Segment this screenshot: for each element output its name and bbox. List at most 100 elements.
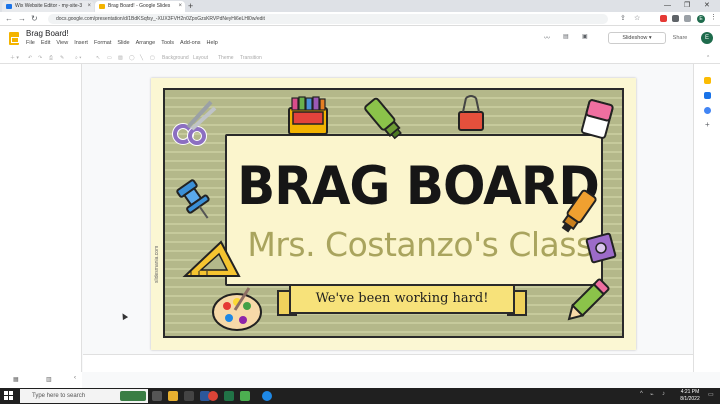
url-field[interactable]: docs.google.com/presentation/d/1BdKSqfsy…	[48, 14, 608, 24]
comment-add-icon[interactable]: ▢	[150, 52, 155, 64]
textbox-icon[interactable]: ▭	[107, 52, 112, 64]
network-icon[interactable]: ⌁	[650, 391, 654, 398]
collapse-toolbar-icon[interactable]: ⌃	[706, 52, 710, 64]
google-slides-logo-icon[interactable]	[9, 32, 19, 45]
excel-app-icon[interactable]	[224, 391, 234, 401]
clock-time: 4:21 PM	[680, 389, 700, 395]
collapse-panel-icon[interactable]: ‹	[74, 375, 76, 381]
weather-widget-icon[interactable]	[120, 391, 146, 401]
tab-wix-editor[interactable]: Wix Website Editor - my-site-3 ×	[2, 1, 94, 12]
new-slide-icon[interactable]: ＋ ▾	[10, 52, 19, 64]
slide-filmstrip[interactable]	[0, 64, 82, 372]
shape-icon[interactable]: ◯	[129, 52, 135, 64]
keep-icon[interactable]	[704, 77, 711, 84]
menu-bar: File Edit View Insert Format Slide Arrange Tool…	[26, 40, 224, 46]
close-window-icon[interactable]: ✕	[704, 0, 710, 12]
grid-view-icon[interactable]: ▦	[13, 376, 19, 383]
extension-puzzle-icon[interactable]	[672, 15, 679, 22]
menu-format[interactable]: Format	[94, 40, 111, 46]
toolbar-layout[interactable]: Layout	[193, 52, 208, 64]
tray-arrow-icon[interactable]: ^	[640, 391, 643, 397]
extension-icon[interactable]	[660, 15, 667, 22]
slide-canvas[interactable]: BRAG BOARD Mrs. Costanzo's Class We've b…	[151, 78, 636, 350]
redo-icon[interactable]: ↷	[38, 52, 42, 64]
pencil-sharpener-icon	[585, 232, 617, 264]
menu-help[interactable]: Help	[207, 40, 218, 46]
menu-add-ons[interactable]: Add-ons	[180, 40, 201, 46]
menu-view[interactable]: View	[56, 40, 68, 46]
paint-format-icon[interactable]: ✎	[60, 52, 64, 64]
chrome-menu-icon[interactable]: ⋮	[710, 13, 717, 21]
select-cursor-icon[interactable]: ↖	[96, 52, 100, 64]
watermark-text: slidesmania.com	[154, 245, 160, 283]
binder-clip-icon	[458, 95, 484, 131]
comment-icon[interactable]: ▤	[563, 33, 569, 40]
slides-favicon-icon	[99, 4, 105, 9]
slide-subtitle[interactable]: Mrs. Costanzo's Class	[229, 226, 611, 264]
zoom-icon[interactable]: ⌕ ▾	[75, 52, 81, 64]
forward-icon[interactable]: →	[18, 12, 26, 26]
undo-icon[interactable]: ↶	[28, 52, 32, 64]
menu-insert[interactable]: Insert	[74, 40, 88, 46]
store-app-icon[interactable]	[240, 391, 250, 401]
taskbar-search-placeholder: Type here to search	[32, 393, 86, 399]
meet-camera-icon[interactable]: ▣	[582, 33, 588, 40]
minimize-icon[interactable]: —	[664, 0, 671, 12]
menu-edit[interactable]: Edit	[41, 40, 50, 46]
ruler-triangle-icon	[182, 240, 241, 277]
close-tab-icon[interactable]: ×	[87, 1, 91, 12]
reading-list-icon[interactable]	[684, 15, 691, 22]
file-explorer-icon[interactable]	[168, 391, 178, 401]
calendar-icon[interactable]	[704, 107, 711, 114]
push-pin-icon	[176, 179, 210, 219]
chrome-profile-avatar[interactable]: E	[697, 15, 705, 23]
tasks-icon[interactable]	[704, 92, 711, 99]
menu-file[interactable]: File	[26, 40, 35, 46]
account-avatar[interactable]: E	[701, 32, 713, 44]
close-tab-icon[interactable]: ×	[178, 1, 182, 12]
menu-slide[interactable]: Slide	[117, 40, 129, 46]
back-icon[interactable]: ←	[5, 12, 13, 26]
add-ons-plus-icon[interactable]: +	[705, 120, 710, 129]
toolbar-theme[interactable]: Theme	[218, 52, 234, 64]
eraser-icon	[580, 99, 614, 139]
document-title[interactable]: Brag Board!	[26, 29, 69, 38]
image-icon[interactable]: ▨	[118, 52, 123, 64]
speaker-notes[interactable]	[83, 354, 693, 372]
tab-google-slides[interactable]: Brag Board! - Google Slides ×	[95, 1, 185, 12]
activity-trend-icon[interactable]: 〰	[544, 33, 550, 42]
new-tab-button[interactable]: +	[188, 0, 193, 12]
browser-tab-bar: Wix Website Editor - my-site-3 × Brag Bo…	[0, 0, 720, 12]
app-icon[interactable]	[184, 391, 194, 401]
toolbar-background[interactable]: Background	[162, 52, 189, 64]
share-page-icon[interactable]: ⇪	[620, 12, 626, 26]
paint-palette-icon	[212, 287, 262, 331]
menu-arrange[interactable]: Arrange	[136, 40, 156, 46]
taskbar-clock[interactable]: 4:21 PM 8/1/2022	[676, 389, 704, 403]
toolbar-transition[interactable]: Transition	[240, 52, 262, 64]
filmstrip-view-icon[interactable]: ▥	[46, 376, 52, 383]
share-button[interactable]: Share	[668, 32, 692, 44]
windows-start-icon[interactable]	[4, 391, 13, 400]
print-icon[interactable]: ⎙	[49, 52, 53, 64]
chrome-taskbar-icon[interactable]	[208, 391, 218, 401]
notification-icon[interactable]: ▭	[708, 391, 714, 398]
reload-icon[interactable]: ↻	[31, 12, 38, 26]
line-icon[interactable]: ╲	[140, 52, 143, 64]
wix-favicon-icon	[6, 4, 12, 9]
slideshow-button[interactable]: Slideshow ▾	[608, 32, 666, 44]
side-panel: +	[693, 64, 720, 372]
maximize-icon[interactable]: ❐	[684, 0, 690, 12]
tab-title: Brag Board! - Google Slides	[108, 3, 171, 9]
ribbon-banner[interactable]: We've been working hard!	[289, 284, 515, 314]
app-circle-icon[interactable]	[262, 391, 272, 401]
address-bar-row: ← → ↻ docs.google.com/presentation/d/1Bd…	[0, 12, 720, 26]
volume-icon[interactable]: ♪	[662, 391, 665, 397]
tab-title: Wix Website Editor - my-site-3	[15, 3, 83, 9]
menu-tools[interactable]: Tools	[161, 40, 174, 46]
windows-taskbar: Type here to search ^ ⌁ ♪ 4:21 PM 8/1/20…	[0, 388, 720, 404]
filmstrip-footer: ▦ ▥ ‹	[0, 372, 82, 388]
task-view-icon[interactable]	[152, 391, 162, 401]
bookmark-star-icon[interactable]: ☆	[634, 12, 640, 26]
clock-date: 8/1/2022	[680, 396, 700, 402]
